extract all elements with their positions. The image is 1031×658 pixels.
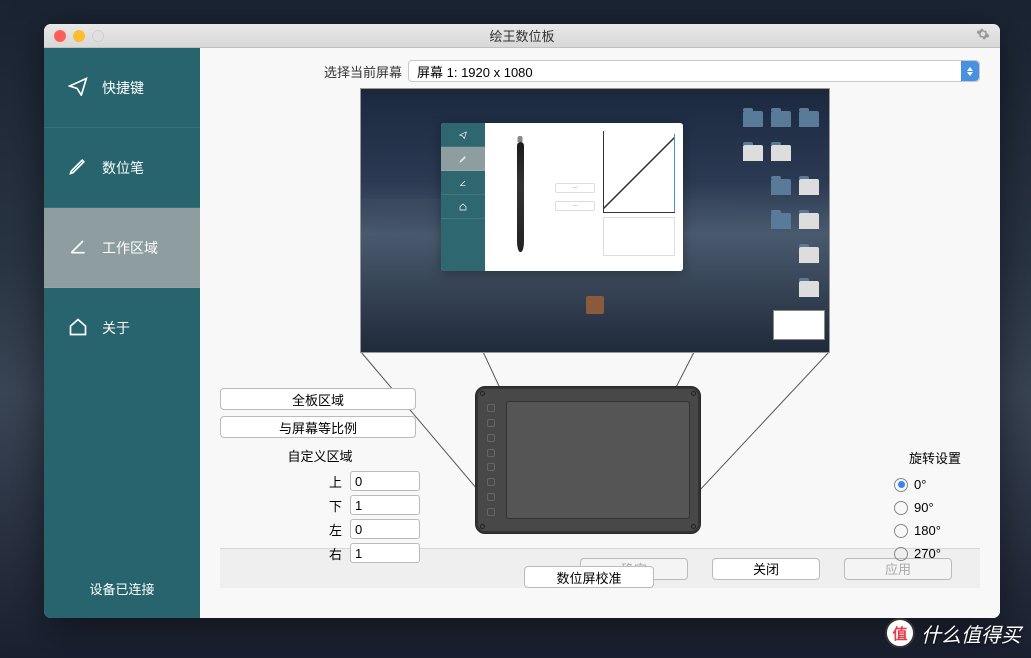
gear-icon[interactable] (976, 27, 990, 44)
full-area-button[interactable]: 全板区域 (220, 388, 416, 410)
rotation-group: 旋转设置 0° 90° 180° 270° (880, 448, 990, 569)
watermark: 值 什么值得买 (885, 618, 1021, 648)
sidebar-item-pen[interactable]: 数位笔 (44, 128, 200, 208)
sidebar-item-workarea[interactable]: 工作区域 (44, 208, 200, 288)
sidebar-item-shortcuts[interactable]: 快捷键 (44, 48, 200, 128)
left-field[interactable] (350, 519, 420, 539)
bottom-label: 下 (324, 496, 342, 515)
screen-select[interactable]: 屏幕 1: 1920 x 1080 (408, 60, 980, 82)
desktop-icons (729, 97, 829, 344)
minimize-icon[interactable] (73, 30, 85, 42)
close-button[interactable]: 关闭 (712, 558, 820, 580)
chevron-updown-icon (961, 61, 979, 81)
calibrate-button[interactable]: 数位屏校准 (524, 566, 654, 588)
custom-area-title: 自定义区域 (220, 446, 420, 465)
mini-window: —— (441, 123, 683, 271)
paper-plane-icon (68, 76, 88, 99)
radio-icon (894, 501, 908, 515)
watermark-text: 什么值得买 (921, 619, 1021, 648)
window-controls (44, 30, 104, 42)
mapping-preview: —— (220, 88, 980, 548)
area-controls: 全板区域 与屏幕等比例 自定义区域 上 下 左 右 (220, 388, 420, 567)
watermark-badge: 值 (885, 618, 915, 648)
left-label: 左 (324, 520, 342, 539)
screen-select-value: 屏幕 1: 1920 x 1080 (417, 62, 533, 81)
bottom-field[interactable] (350, 495, 420, 515)
sidebar-item-about[interactable]: 关于 (44, 288, 200, 368)
angle-icon (68, 236, 88, 259)
sidebar-item-label: 工作区域 (102, 238, 158, 258)
monitor-preview[interactable]: —— (360, 88, 830, 353)
rotation-180[interactable]: 180° (880, 523, 990, 538)
right-label: 右 (324, 544, 342, 563)
screen-ratio-button[interactable]: 与屏幕等比例 (220, 416, 416, 438)
titlebar: 绘王数位板 (44, 24, 1000, 48)
sidebar-item-label: 数位笔 (102, 158, 144, 178)
rotation-0[interactable]: 0° (880, 477, 990, 492)
rotation-270[interactable]: 270° (880, 546, 990, 561)
right-field[interactable] (350, 543, 420, 563)
page-title: 绘王数位板 (489, 26, 554, 45)
sidebar: 快捷键 数位笔 工作区域 关于 设备已连接 (44, 48, 200, 618)
top-field[interactable] (350, 471, 420, 491)
close-icon[interactable] (54, 30, 66, 42)
pen-icon (68, 156, 88, 179)
top-label: 上 (324, 472, 342, 491)
sidebar-item-label: 快捷键 (102, 78, 144, 98)
rotation-90[interactable]: 90° (880, 500, 990, 515)
app-window: 绘王数位板 快捷键 数位笔 工作区域 关于 设备已连接 (44, 24, 1000, 618)
sidebar-item-label: 关于 (102, 318, 130, 338)
radio-icon (894, 524, 908, 538)
status-badge: 设备已连接 (44, 559, 200, 618)
screen-select-label: 选择当前屏幕 (324, 62, 402, 81)
home-icon (68, 317, 88, 340)
rotation-title: 旋转设置 (880, 448, 990, 467)
maximize-icon[interactable] (92, 30, 104, 42)
radio-icon (894, 547, 908, 561)
radio-icon (894, 478, 908, 492)
tablet-preview[interactable] (475, 386, 701, 534)
content-pane: 选择当前屏幕 屏幕 1: 1920 x 1080 (200, 48, 1000, 618)
